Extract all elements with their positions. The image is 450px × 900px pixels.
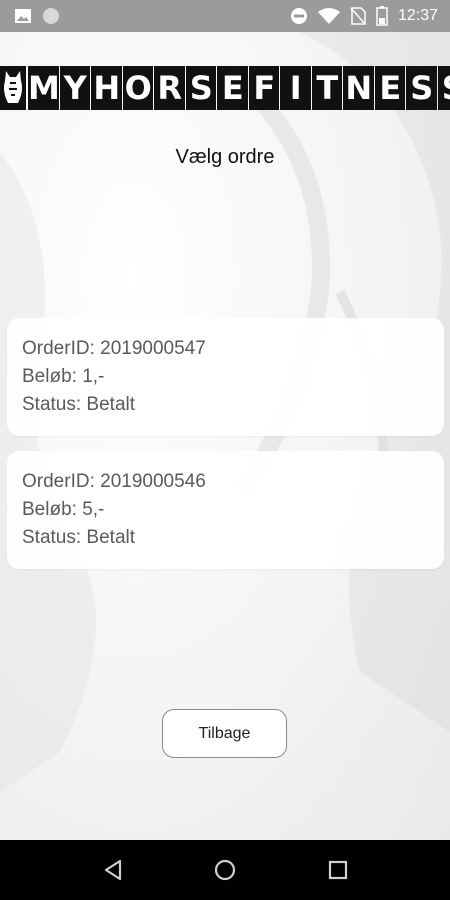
order-status: Status: Betalt: [22, 394, 136, 415]
horse-head-icon: [0, 66, 26, 110]
order-id: OrderID: 2019000547: [22, 338, 206, 359]
home-nav-icon[interactable]: [212, 857, 238, 883]
order-amount: Beløb: 5,-: [22, 499, 105, 520]
logo-letter: T: [311, 66, 342, 110]
circle-notification-icon: [43, 8, 59, 24]
status-time: 12:37: [397, 7, 438, 24]
logo-letter: S: [185, 66, 216, 110]
logo-letter: N: [343, 66, 374, 110]
page-title: Vælg ordre: [175, 146, 275, 168]
order-amount: Beløb: 1,-: [22, 366, 105, 387]
logo-letter: E: [374, 66, 405, 110]
battery-icon: [376, 6, 388, 26]
order-card-2[interactable]: OrderID: 2019000546 Beløb: 5,- Status: B…: [7, 451, 444, 569]
status-bar: 12:37: [0, 0, 450, 32]
logo-letter: M: [28, 66, 60, 110]
do-not-disturb-icon: [290, 8, 307, 24]
logo-letter: R: [154, 66, 185, 110]
image-notification-icon: [15, 9, 31, 23]
back-nav-icon[interactable]: [100, 857, 126, 883]
logo-letter: O: [122, 66, 153, 110]
order-id: OrderID: 2019000546: [22, 471, 206, 492]
wifi-icon: [317, 8, 340, 24]
app-logo: MYHORSEFITNESS: [0, 66, 450, 110]
order-card-1[interactable]: OrderID: 2019000547 Beløb: 1,- Status: B…: [7, 318, 444, 436]
logo-wordmark: MYHORSEFITNESS: [28, 66, 450, 110]
logo-letter: S: [406, 66, 437, 110]
app-screen: MYHORSEFITNESS Vælg ordre OrderID: 20190…: [0, 32, 450, 840]
back-button[interactable]: Tilbage: [162, 709, 287, 758]
logo-letter: S: [437, 66, 450, 110]
status-bar-notifications: [14, 7, 60, 25]
no-sim-icon: [350, 7, 366, 25]
logo-letter: F: [248, 66, 279, 110]
recents-nav-icon[interactable]: [325, 857, 351, 883]
logo-letter: I: [280, 66, 311, 110]
logo-letter: Y: [59, 66, 90, 110]
logo-letter: H: [91, 66, 122, 110]
order-status: Status: Betalt: [22, 527, 136, 548]
logo-letter: E: [217, 66, 248, 110]
status-bar-system: 12:37: [290, 6, 438, 26]
navigation-bar: [0, 840, 450, 900]
